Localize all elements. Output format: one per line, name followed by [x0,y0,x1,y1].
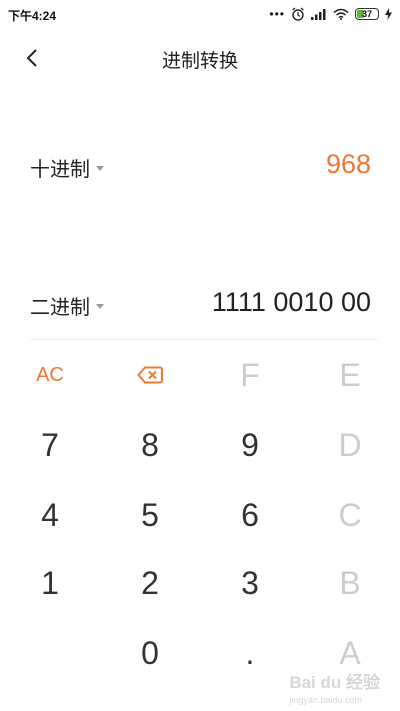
alarm-icon [292,7,304,21]
watermark-url: jingyan.baidu.com [289,695,362,705]
battery-label: 37 [361,9,372,19]
key-5[interactable]: 5 [100,480,200,550]
keypad: AC F E 7 8 9 D 4 5 6 C 1 2 3 B 0 . A [0,340,400,711]
key-f[interactable]: F [200,340,300,410]
signal-icon [311,9,326,20]
header: 进制转换 [0,36,400,78]
caret-down-icon [96,304,104,309]
key-0[interactable]: 0 [100,618,200,688]
key-d[interactable]: D [300,410,400,480]
key-c[interactable]: C [300,480,400,550]
key-e[interactable]: E [300,340,400,410]
charging-icon [385,8,392,20]
key-9[interactable]: 9 [200,410,300,480]
key-6[interactable]: 6 [200,480,300,550]
key-b[interactable]: B [300,548,400,618]
key-7[interactable]: 7 [0,410,100,480]
backspace-button[interactable] [100,340,200,410]
watermark: Bai du 经验 [289,673,380,692]
backspace-icon [137,366,163,384]
source-base-dropdown[interactable]: 十进制 [30,153,104,182]
key-3[interactable]: 3 [200,548,300,618]
clear-button[interactable]: AC [0,340,100,410]
key-8[interactable]: 8 [100,410,200,480]
target-row: 二进制 1111 0010 00 [0,275,400,335]
key-dot[interactable]: . [200,618,300,688]
key-1[interactable]: 1 [0,548,100,618]
status-bar: 下午4:24 ••• 37 [0,0,400,28]
target-value[interactable]: 1111 0010 00 [212,287,371,318]
target-base-label: 二进制 [30,297,90,319]
status-time: 下午4:24 [8,9,57,23]
key-2[interactable]: 2 [100,548,200,618]
page-title: 进制转换 [161,51,238,72]
battery-icon: 37 [355,8,379,20]
more-notifications-icon: ••• [269,7,285,21]
status-icons: ••• 37 [269,6,392,22]
target-base-dropdown[interactable]: 二进制 [30,291,104,320]
caret-down-icon [96,166,104,171]
key-4[interactable]: 4 [0,480,100,550]
source-row: 十进制 968 [0,137,400,197]
source-base-label: 十进制 [30,159,90,181]
source-value[interactable]: 968 [326,149,371,180]
wifi-icon [333,8,349,20]
